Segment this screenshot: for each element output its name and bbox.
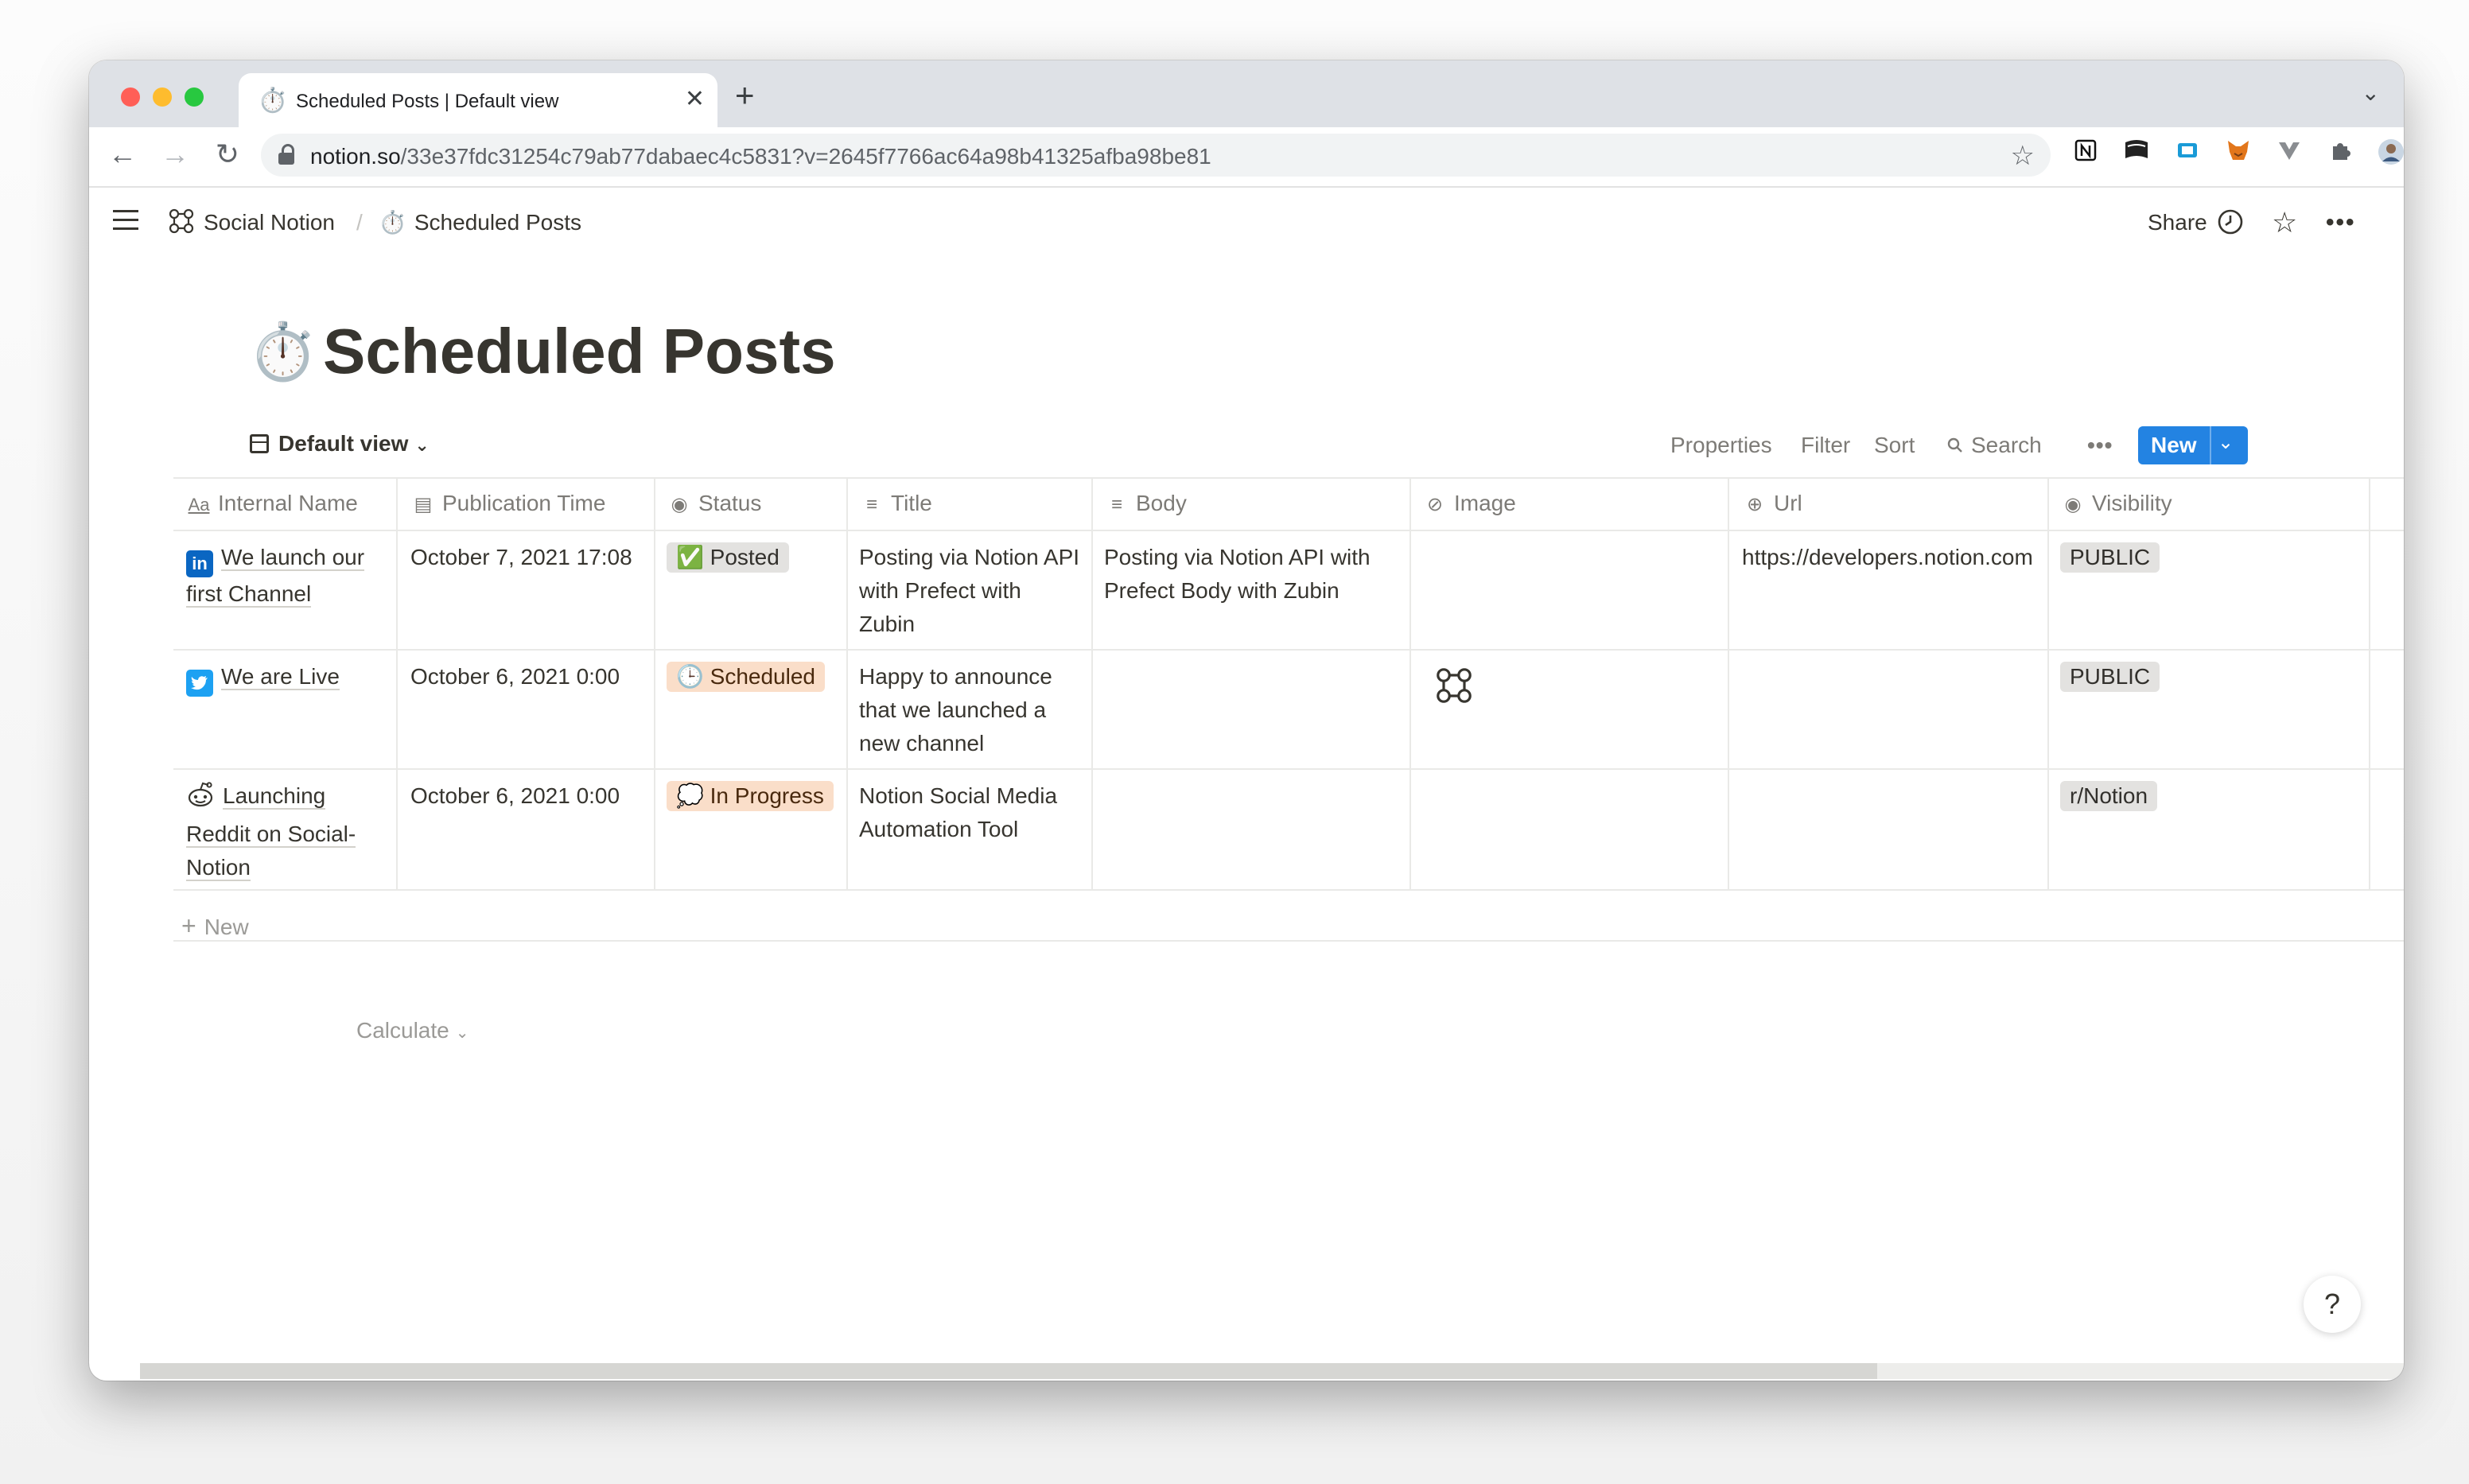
table-cell-status[interactable]: 💭 In Progress [667,779,834,813]
favorite-star-icon[interactable]: ☆ [2272,207,2297,239]
social-notion-logo-icon [169,208,194,234]
url-text: notion.so/33e37fdc31254c79ab77dabaec4c58… [310,144,1211,169]
table-cell-status[interactable]: 🕒 Scheduled [667,660,825,693]
notion-topbar: Social Notion / ⏱️ Scheduled Posts Share … [89,188,2404,259]
reddit-icon [186,781,215,818]
sort-button[interactable]: Sort [1874,431,1915,460]
table-row-name-cell[interactable]: We are Live [186,660,388,697]
reload-icon[interactable]: ↻ [210,137,245,172]
stopwatch-icon: ⏱️ [379,210,406,235]
column-header-title[interactable]: ≡ Title [859,477,932,530]
thought-bubble-icon: 💭 [676,783,704,808]
check-mark-icon: ✅ [676,545,704,569]
minimize-window-button[interactable] [153,87,172,107]
column-header-internal-name[interactable]: Aa Internal Name [186,477,358,530]
breadcrumb-separator: / [356,210,363,235]
table-cell-url[interactable]: https://developers.notion.com [1742,541,2041,574]
sidebar-menu-icon[interactable] [113,210,138,231]
column-header-status[interactable]: ◉ Status [667,477,762,530]
breadcrumb-page[interactable]: ⏱️ Scheduled Posts [379,207,581,239]
text-icon: ≡ [1110,494,1122,515]
table-view-icon [250,434,269,453]
metamask-fox-icon[interactable] [2222,138,2254,170]
text-icon: ≡ [865,494,877,515]
page-icon-stopwatch[interactable]: ⏱️ [248,320,317,383]
title-aa-icon: Aa [188,495,210,515]
forward-arrow-icon[interactable]: → [157,137,192,172]
column-header-body[interactable]: ≡ Body [1104,477,1187,530]
table-row-name-cell[interactable]: Launching Reddit on Social-Notion [186,779,388,884]
updates-clock-icon[interactable] [2216,207,2245,239]
browser-toolbar: ← → ↻ notion.so/33e37fdc31254c79ab77daba… [89,127,2404,188]
new-record-button[interactable]: New ⌄ [2138,426,2248,464]
table-cell-time[interactable]: October 7, 2021 17:08 [410,541,649,574]
table-cell-time[interactable]: October 6, 2021 0:00 [410,779,649,813]
chevron-down-icon: ⌄ [455,1024,469,1042]
search-button[interactable]: Search [1946,431,2042,460]
image-thumbnail-logo-icon[interactable] [1433,665,1475,716]
link-icon: ⊕ [1746,494,1763,515]
help-button[interactable]: ? [2304,1276,2361,1333]
extensions-puzzle-icon[interactable] [2324,138,2356,170]
twitter-icon [186,670,213,697]
page-title[interactable]: Scheduled Posts [323,313,836,390]
add-new-row-button[interactable]: + New [181,910,249,943]
column-header-image[interactable]: ⊘ Image [1422,477,1516,530]
lock-icon [278,144,294,165]
database-view-bar: Default view ⌄ Properties Filter Sort Sea… [89,420,2404,468]
browser-window: ⏱️ Scheduled Posts | Default view ✕ + ⌄ … [89,60,2404,1381]
notion-extension-icon[interactable] [2070,138,2102,170]
select-icon: ◉ [671,494,688,515]
stopwatch-icon: ⏱️ [258,87,288,114]
bookmark-star-icon[interactable]: ☆ [2011,140,2035,172]
chevron-down-icon[interactable]: ⌄ [2218,431,2234,454]
horizontal-scrollbar[interactable] [140,1363,2404,1379]
tab-strip: ⏱️ Scheduled Posts | Default view ✕ + ⌄ [89,60,2404,127]
view-more-icon[interactable]: ••• [2087,431,2113,460]
maximize-window-button[interactable] [185,87,204,107]
table-cell-visibility[interactable]: PUBLIC [2060,541,2160,574]
tab-search-chevron-icon[interactable]: ⌄ [2362,80,2380,106]
table-cell-title[interactable]: Posting via Notion API with Prefect with… [859,541,1082,641]
chevron-down-icon: ⌄ [414,435,430,455]
filter-button[interactable]: Filter [1801,431,1850,460]
table-cell-visibility[interactable]: PUBLIC [2060,660,2160,693]
tab-title: Scheduled Posts | Default view [296,91,559,112]
clock-icon: 🕒 [676,664,704,689]
select-icon: ◉ [2064,494,2082,515]
address-bar[interactable]: notion.so/33e37fdc31254c79ab77dabaec4c58… [261,134,2051,177]
tab-close-icon[interactable]: ✕ [685,86,705,113]
back-arrow-icon[interactable]: ← [105,137,140,172]
more-options-icon[interactable]: ••• [2326,207,2356,239]
column-header-publication-time[interactable]: ▤ Publication Time [410,477,606,530]
profile-avatar[interactable] [2375,138,2404,170]
vuejs-devtools-icon[interactable] [2273,138,2305,170]
properties-button[interactable]: Properties [1670,431,1772,460]
linkedin-icon: in [186,550,213,577]
blue-extension-icon[interactable] [2172,138,2203,170]
column-header-url[interactable]: ⊕ Url [1742,477,1802,530]
table-row-name-cell[interactable]: in We launch our first Channel [186,541,388,611]
table-cell-status[interactable]: ✅ Posted [667,541,789,574]
table-cell-time[interactable]: October 6, 2021 0:00 [410,660,649,693]
new-tab-button[interactable]: + [735,78,755,113]
table-cell-title[interactable]: Notion Social Media Automation Tool [859,779,1082,846]
scrollbar-thumb[interactable] [140,1363,1877,1379]
table-cell-visibility[interactable]: r/Notion [2060,779,2158,813]
plus-icon: + [181,911,196,940]
browser-tab-active[interactable]: ⏱️ Scheduled Posts | Default view ✕ [239,73,717,127]
table-cell-title[interactable]: Happy to announce that we launched a new… [859,660,1082,760]
attachment-icon: ⊘ [1426,494,1444,515]
calculate-button[interactable]: Calculate ⌄ [356,1015,469,1049]
column-header-visibility[interactable]: ◉ Visibility [2060,477,2172,530]
breadcrumb-workspace[interactable]: Social Notion [167,207,335,239]
table-cell-body[interactable]: Posting via Notion API with Prefect Body… [1104,541,1398,608]
view-selector[interactable]: Default view ⌄ [250,428,430,461]
calendar-icon: ▤ [414,494,433,515]
share-button[interactable]: Share [2148,207,2207,239]
search-icon [1947,437,1962,453]
flag-extension-icon[interactable] [2121,138,2152,170]
close-window-button[interactable] [121,87,140,107]
